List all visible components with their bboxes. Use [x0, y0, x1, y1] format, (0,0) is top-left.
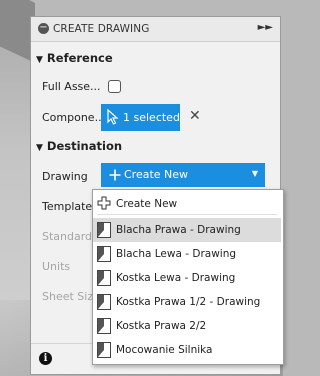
- full-assembly-checkbox[interactable]: [108, 80, 121, 93]
- selection-count: 1 selected: [123, 111, 180, 124]
- menu-item-create-new[interactable]: Create New: [93, 192, 281, 216]
- info-icon[interactable]: i: [39, 352, 52, 365]
- cursor-arrow-icon: [107, 108, 119, 128]
- expand-icon[interactable]: ►►: [258, 22, 273, 33]
- menu-item-label: Create New: [116, 198, 178, 210]
- menu-item-drawing[interactable]: Mocowanie Silnika: [93, 338, 281, 362]
- components-label: Compone...: [42, 111, 106, 124]
- drawing-doc-icon: [97, 270, 111, 289]
- collapse-triangle-icon: ▼: [36, 55, 43, 65]
- components-selection-button[interactable]: 1 selected: [101, 104, 180, 131]
- drawing-doc-icon: [97, 318, 111, 337]
- menu-item-label: Blacha Lewa - Drawing: [116, 248, 237, 260]
- dialog-titlebar[interactable]: − CREATE DRAWING ►►: [31, 17, 280, 42]
- menu-item-label: Kostka Prawa 2/2: [116, 320, 207, 332]
- drawing-dropdown[interactable]: Create New ▼: [101, 163, 265, 187]
- drawing-doc-icon: [97, 294, 111, 313]
- template-label: Template: [42, 200, 93, 213]
- dialog-title: CREATE DRAWING: [53, 23, 150, 35]
- menu-item-drawing[interactable]: Kostka Prawa 2/2: [93, 314, 281, 338]
- menu-divider: [97, 214, 277, 215]
- menu-item-drawing[interactable]: Kostka Lewa - Drawing: [93, 266, 281, 290]
- plus-icon: [97, 196, 111, 213]
- section-title: Destination: [46, 139, 123, 153]
- drawing-dropdown-value: Create New: [124, 168, 189, 181]
- units-label: Units: [42, 260, 71, 273]
- menu-item-drawing[interactable]: Blacha Lewa - Drawing: [93, 242, 281, 266]
- drawing-label: Drawing: [42, 170, 88, 183]
- menu-item-drawing[interactable]: Blacha Prawa - Drawing: [93, 218, 281, 242]
- collapse-icon[interactable]: −: [38, 23, 49, 34]
- menu-item-label: Blacha Prawa - Drawing: [116, 224, 241, 236]
- drawing-doc-icon: [97, 222, 111, 241]
- menu-item-label: Kostka Prawa 1/2 - Drawing: [116, 296, 261, 308]
- chevron-down-icon: ▼: [251, 169, 258, 178]
- menu-item-drawing[interactable]: Kostka Prawa 1/2 - Drawing: [93, 290, 281, 314]
- menu-item-label: Mocowanie Silnika: [116, 344, 213, 356]
- drawing-doc-icon: [97, 342, 111, 361]
- collapse-triangle-icon: ▼: [36, 143, 43, 153]
- standard-label: Standard: [42, 230, 93, 243]
- drawing-doc-icon: [97, 246, 111, 265]
- drawing-dropdown-menu: Create New Blacha Prawa - Drawing Blacha…: [92, 189, 284, 365]
- destination-section-header[interactable]: ▼ Destination: [36, 139, 122, 153]
- menu-item-label: Kostka Lewa - Drawing: [116, 272, 236, 284]
- full-assembly-label: Full Asse...: [42, 80, 101, 93]
- reference-section-header[interactable]: ▼ Reference: [36, 51, 113, 65]
- clear-selection-icon[interactable]: ✕: [189, 108, 201, 124]
- section-title: Reference: [46, 51, 113, 65]
